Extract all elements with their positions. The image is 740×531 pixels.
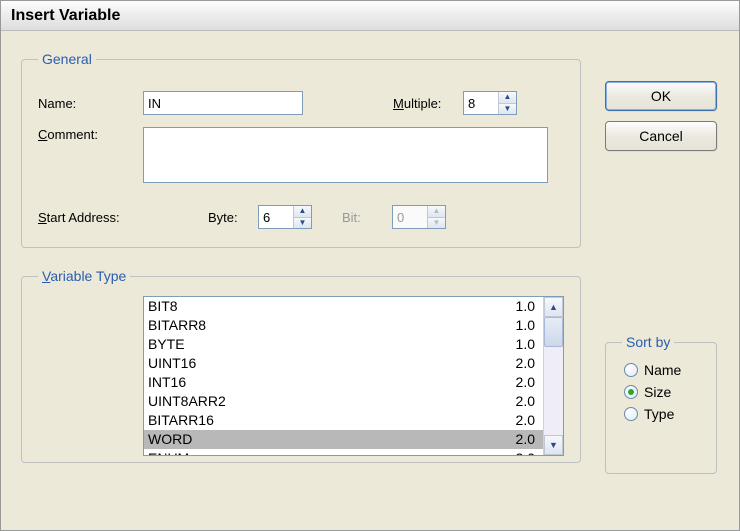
comment-label: Comment: [38,127,143,142]
sort-option-size[interactable]: Size [624,384,698,400]
list-item-name: WORD [148,431,192,448]
ok-button[interactable]: OK [605,81,717,111]
scroll-up-icon[interactable]: ▲ [544,297,563,317]
sort-option-name[interactable]: Name [624,362,698,378]
list-item-name: ENUM [148,450,189,455]
byte-spinner[interactable]: ▲ ▼ [258,205,312,229]
list-item[interactable]: BYTE 1.0 [144,335,543,354]
list-item[interactable]: UINT8ARR2 2.0 [144,392,543,411]
list-item[interactable]: BITARR16 2.0 [144,411,543,430]
multiple-label: Multiple: [393,96,463,111]
list-item-name: INT16 [148,374,186,391]
name-label: Name: [38,96,143,111]
byte-up-icon[interactable]: ▲ [294,206,311,218]
list-item[interactable]: INT16 2.0 [144,373,543,392]
bit-down-icon: ▼ [428,218,445,229]
name-input[interactable] [143,91,303,115]
scroll-down-icon[interactable]: ▼ [544,435,563,455]
row-name: Name: Multiple: ▲ ▼ [38,91,564,115]
general-legend: General [38,51,96,67]
list-item-name: UINT16 [148,355,196,372]
list-item-size: 2.0 [516,393,535,410]
list-item-size: 1.0 [516,298,535,315]
start-address-label: Start Address: [38,210,208,225]
radio-icon[interactable] [624,407,638,421]
button-column: OK Cancel [605,81,717,151]
row-start-address: Start Address: Byte: ▲ ▼ Bit: [38,205,564,229]
listbox-scrollbar[interactable]: ▲ ▼ [543,297,563,455]
bit-up-icon: ▲ [428,206,445,218]
list-item-size: 2.0 [516,450,535,455]
bit-label: Bit: [342,210,392,225]
sort-option-label: Type [644,406,674,422]
list-item-size: 2.0 [516,412,535,429]
sort-option-type[interactable]: Type [624,406,698,422]
list-item-size: 2.0 [516,355,535,372]
list-item[interactable]: BIT8 1.0 [144,297,543,316]
list-item[interactable]: WORD 2.0 [144,430,543,449]
dialog-title: Insert Variable [11,7,120,25]
multiple-down-icon[interactable]: ▼ [499,104,516,115]
sort-option-label: Name [644,362,681,378]
radio-icon[interactable] [624,385,638,399]
list-item-name: BITARR16 [148,412,214,429]
list-item-name: UINT8ARR2 [148,393,226,410]
multiple-spinner[interactable]: ▲ ▼ [463,91,517,115]
list-item[interactable]: BITARR8 1.0 [144,316,543,335]
list-item-size: 2.0 [516,374,535,391]
variable-type-legend: Variable Type [38,268,130,284]
bit-input [393,206,427,228]
comment-textarea[interactable] [143,127,548,183]
sort-by-legend: Sort by [622,334,674,350]
list-item-size: 1.0 [516,317,535,334]
byte-down-icon[interactable]: ▼ [294,218,311,229]
list-item[interactable]: ENUM 2.0 [144,449,543,455]
radio-icon[interactable] [624,363,638,377]
list-item[interactable]: UINT16 2.0 [144,354,543,373]
row-comment: Comment: [38,127,564,183]
list-item-size: 2.0 [516,431,535,448]
multiple-up-icon[interactable]: ▲ [499,92,516,104]
list-item-name: BYTE [148,336,185,353]
byte-label: Byte: [208,210,258,225]
list-item-name: BITARR8 [148,317,206,334]
byte-input[interactable] [259,206,293,228]
bit-spinner: ▲ ▼ [392,205,446,229]
sort-by-group: Sort by Name Size Type [605,334,717,474]
dialog-window: Insert Variable General Name: Multiple: … [0,0,740,531]
title-bar: Insert Variable [1,1,739,31]
scroll-track[interactable] [544,317,563,435]
cancel-button[interactable]: Cancel [605,121,717,151]
multiple-input[interactable] [464,92,498,114]
sort-option-label: Size [644,384,671,400]
list-item-size: 1.0 [516,336,535,353]
general-group: General Name: Multiple: ▲ ▼ [21,51,581,248]
variable-type-listbox[interactable]: BIT8 1.0 BITARR8 1.0 BYTE 1.0 UINT16 2.0 INT16 2.… [143,296,564,456]
list-item-name: BIT8 [148,298,178,315]
variable-type-group: Variable Type BIT81.0BITARR81.0BYTE1.0UI… [21,268,581,463]
content-area: General Name: Multiple: ▲ ▼ [1,31,739,503]
scroll-thumb[interactable] [544,317,563,347]
